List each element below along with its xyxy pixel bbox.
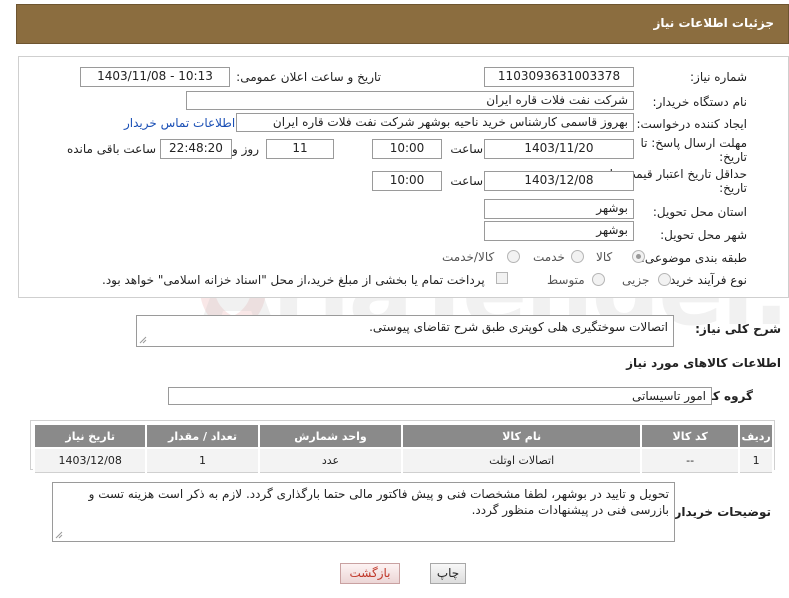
need-number-label: شماره نیاز: <box>690 70 747 84</box>
category-radio-goods[interactable] <box>632 250 645 263</box>
need-number-field: 1103093631003378 <box>484 67 634 87</box>
page-title: جزئیات اطلاعات نیاز <box>653 16 774 30</box>
deadline-date-label: تاریخ: <box>719 150 747 164</box>
deadline-time-label: ساعت <box>450 142 483 156</box>
creator-label: ایجاد کننده درخواست: <box>636 117 747 131</box>
description-textarea: اتصالات سوختگیری هلی کوپتری طبق شرح تقاض… <box>136 315 674 347</box>
cell-unit: عدد <box>257 447 404 473</box>
goods-group-field: امور تاسیساتی <box>168 387 712 405</box>
goods-section-title: اطلاعات کالاهای مورد نیاز <box>626 356 781 370</box>
price-validity-time-field: 10:00 <box>372 171 442 191</box>
buyer-notes-text: تحویل و تایید در بوشهر، لطفا مشخصات فنی … <box>88 487 669 517</box>
col-header-row-no: ردیف <box>738 423 774 449</box>
process-option-medium: متوسط <box>547 273 585 287</box>
category-radio-service[interactable] <box>571 250 584 263</box>
price-validity-date-label: تاریخ: <box>719 181 747 195</box>
process-label: نوع فرآیند خرید : <box>662 273 747 287</box>
cell-name: اتصالات اوتلت <box>401 447 643 473</box>
province-label: استان محل تحویل: <box>652 205 747 219</box>
col-header-unit: واحد شمارش <box>257 423 404 449</box>
days-label: روز و <box>232 142 259 156</box>
process-radio-minor[interactable] <box>658 273 671 286</box>
payment-checkbox[interactable] <box>496 272 508 284</box>
resize-grip-icon <box>139 336 147 344</box>
payment-note: پرداخت تمام یا بخشی از مبلغ خرید،از محل … <box>102 273 485 287</box>
days-remaining-field: 11 <box>266 139 334 159</box>
remaining-time-field: 22:48:20 <box>160 139 232 159</box>
buyer-org-label: نام دستگاه خریدار: <box>652 95 748 109</box>
announce-label: تاریخ و ساعت اعلان عمومی: <box>236 70 381 84</box>
creator-field: بهروز قاسمی کارشناس خرید ناحیه بوشهر شرک… <box>236 113 634 132</box>
remaining-time-label: ساعت باقی مانده <box>66 142 156 156</box>
buyer-notes-textarea: تحویل و تایید در بوشهر، لطفا مشخصات فنی … <box>52 482 675 542</box>
description-label: شرح کلی نیاز: <box>695 322 781 336</box>
province-field: بوشهر <box>484 199 634 219</box>
buyer-org-field: شرکت نفت فلات قاره ایران <box>186 91 634 110</box>
table-row: 1 -- اتصالات اوتلت عدد 1 1403/12/08 <box>32 447 774 473</box>
deadline-time-field: 10:00 <box>372 139 442 159</box>
cell-row-no: 1 <box>738 447 774 473</box>
category-option-service: خدمت <box>533 250 565 264</box>
cell-quantity: 1 <box>145 447 260 473</box>
resize-grip-icon <box>55 531 63 539</box>
back-button[interactable]: بازگشت <box>340 563 400 584</box>
goods-table: ردیف کد کالا نام کالا واحد شمارش تعداد /… <box>32 423 774 473</box>
announce-datetime-field: 1403/11/08 - 10:13 <box>80 67 230 87</box>
col-header-name: نام کالا <box>401 423 643 449</box>
category-radio-goods-service[interactable] <box>507 250 520 263</box>
cell-code: -- <box>640 447 741 473</box>
price-validity-date-field: 1403/12/08 <box>484 171 634 191</box>
col-header-quantity: تعداد / مقدار <box>145 423 260 449</box>
print-button[interactable]: چاپ <box>430 563 466 584</box>
deadline-label: مهلت ارسال پاسخ: تا <box>640 136 747 150</box>
col-header-date: تاریخ نیاز <box>32 423 148 449</box>
buyer-contact-link[interactable]: اطلاعات تماس خریدار <box>124 116 235 130</box>
city-field: بوشهر <box>484 221 634 241</box>
category-option-goods-service: کالا/خدمت <box>442 250 495 264</box>
deadline-date-field: 1403/11/20 <box>484 139 634 159</box>
city-label: شهر محل تحویل: <box>660 228 747 242</box>
category-option-goods: کالا <box>596 250 613 264</box>
col-header-code: کد کالا <box>640 423 741 449</box>
price-validity-time-label: ساعت <box>450 174 483 188</box>
category-label: طبقه بندی موضوعی: <box>640 251 747 265</box>
page-header: جزئیات اطلاعات نیاز <box>16 4 789 44</box>
process-option-minor: جزیی <box>622 273 650 287</box>
description-text: اتصالات سوختگیری هلی کوپتری طبق شرح تقاض… <box>369 320 668 334</box>
table-header-row: ردیف کد کالا نام کالا واحد شمارش تعداد /… <box>32 423 774 449</box>
buyer-notes-label: توضیحات خریدار: <box>669 505 771 519</box>
cell-date: 1403/12/08 <box>32 447 148 473</box>
process-radio-medium[interactable] <box>592 273 605 286</box>
